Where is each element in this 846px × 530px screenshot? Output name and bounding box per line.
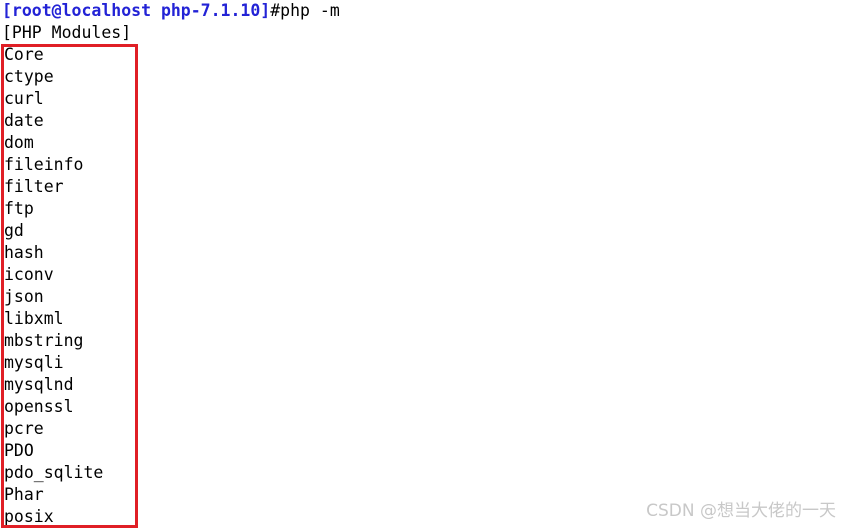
shell-prompt: [root@localhost php-7.1.10] <box>2 1 271 20</box>
php-modules-highlight-box <box>1 44 138 528</box>
csdn-watermark: CSDN @想当大佬的一天 <box>646 501 836 521</box>
shell-command: #php -m <box>270 1 340 20</box>
php-modules-header: [PHP Modules] <box>2 23 132 42</box>
terminal-output: [root@localhost php-7.1.10]#php -m [PHP … <box>0 0 846 530</box>
shell-prompt-line: [root@localhost php-7.1.10]#php -m <box>2 0 340 22</box>
